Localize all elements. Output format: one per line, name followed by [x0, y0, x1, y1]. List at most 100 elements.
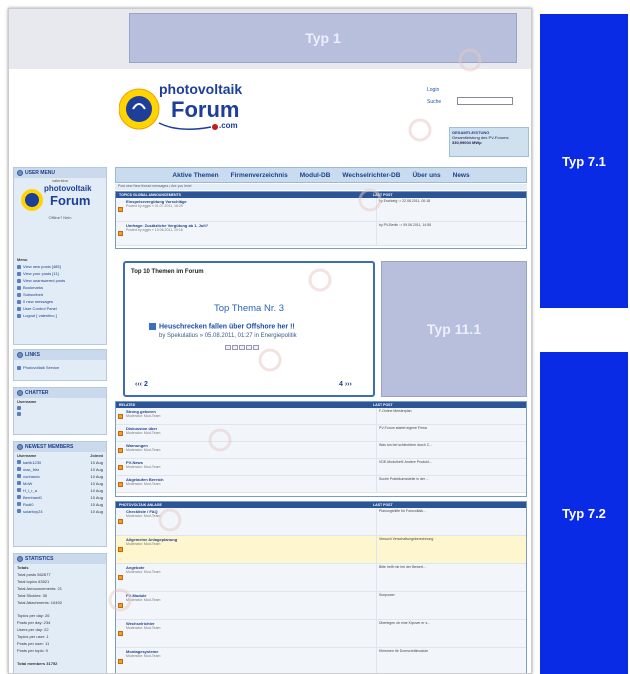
top10-byline: by Spekulatius » 05.08.2011, 01:27 in En…	[159, 333, 297, 339]
ad-label: Typ 11.1	[426, 321, 482, 337]
menu-item-messages[interactable]: 0 new messages	[14, 298, 106, 305]
nav-item-firmenverzeichnis[interactable]: Firmenverzeichnis	[231, 172, 288, 179]
forum1-row[interactable]: Diskussion über Moderator: Mod-Team PV-For…	[116, 425, 526, 442]
forum-desc: Moderator: Mod-Team	[126, 570, 161, 574]
member-row[interactable]: vonhardo 10 Aug	[14, 473, 106, 480]
forum2-row[interactable]: Allgemeine Anlageplanung Moderator: Mod-T…	[116, 536, 526, 564]
top10-pager[interactable]	[225, 345, 259, 350]
search-input[interactable]	[457, 97, 513, 105]
last-post[interactable]: by PV-Berlin ⇨ 09.06.2011, 14:55	[376, 222, 526, 245]
member-joined: 10 Aug	[90, 460, 103, 465]
bullet-icon	[17, 299, 21, 304]
statistics-box: STATISTICS Totals Total posts 562677 Tota…	[13, 553, 107, 673]
ad-slot-right-top[interactable]: Typ 7.1	[540, 14, 628, 308]
menu-item-ucp[interactable]: User Control Panel	[14, 305, 106, 312]
chatter-item[interactable]	[14, 411, 106, 417]
nav-item-wechselrichter-db[interactable]: Wechselrichter-DB	[342, 172, 400, 179]
menu-item-unanswered[interactable]: View unanswered posts	[14, 277, 106, 284]
menu-item-logout[interactable]: Logout [ valentino ]	[14, 312, 106, 319]
top10-next-button[interactable]: 4 ›››	[339, 381, 352, 388]
nav-item-ueber-uns[interactable]: Über uns	[412, 172, 440, 179]
stat-line: Total Announcements: 21	[17, 586, 62, 591]
members-icon	[17, 444, 23, 450]
global-row[interactable]: Einspeisevergütung Vorschläge Posted by e…	[116, 198, 526, 222]
last-post[interactable]: Überlegen ob eine Kipover er s...	[376, 620, 526, 647]
last-post[interactable]: Was tun bei schlechtem durch C...	[376, 442, 526, 458]
main-nav: Aktive Themen Firmenverzeichnis Modul-DB…	[115, 167, 527, 183]
forum2-row[interactable]: Angebote Moderator: Mod-Team Bitte helft m…	[116, 564, 526, 592]
last-post-title: LAST POST	[373, 503, 393, 507]
last-post[interactable]: Suche Praktikumsstelle in der ...	[376, 476, 526, 492]
site-logo[interactable]: photovoltaik Forum .com	[118, 79, 259, 137]
link-photovoltaik-service[interactable]: Photovoltaik Service	[14, 364, 106, 371]
forum-text: Strong geboren Moderator: Mod-Team	[124, 408, 376, 424]
last-post[interactable]: Bitte helft mir bei der Bewert...	[376, 564, 526, 591]
page-box[interactable]	[239, 345, 245, 350]
last-post[interactable]: VDE-Modulheft: Andere Produkt...	[376, 459, 526, 475]
forum2-row[interactable]: Wechselrichter Moderator: Mod-Team Überleg…	[116, 620, 526, 648]
forum-icon	[117, 231, 123, 236]
forum-icon	[117, 430, 123, 436]
menu-item-new-posts[interactable]: View new posts [485]	[14, 263, 106, 270]
page-box[interactable]	[225, 345, 231, 350]
forum1-row[interactable]: PV-News Moderator: Mod-Team VDE-Modulheft:…	[116, 459, 526, 476]
nav-item-aktive-themen[interactable]: Aktive Themen	[172, 172, 218, 179]
member-row[interactable]: Bernhard0 10 Aug	[14, 494, 106, 501]
forum-icon	[117, 481, 123, 487]
forum2-row[interactable]: Montagesysteme Moderator: Mod-Team Klemmen…	[116, 648, 526, 673]
forum-desc: Moderator: Mod-Team	[126, 514, 161, 518]
forum-panel-2: PHOTOVOLTAIK ANLAGE LAST POST Checkliste …	[115, 501, 527, 673]
menu-item-bookmarks[interactable]: Bookmarks	[14, 284, 106, 291]
forum-icon-cell	[116, 442, 124, 458]
forum-icon-cell	[116, 592, 124, 619]
last-post[interactable]: Versuch Verschattungsberechnung	[376, 536, 526, 563]
nav-item-modul-db[interactable]: Modul-DB	[300, 172, 331, 179]
member-row[interactable]: Rudi0 10 Aug	[14, 501, 106, 508]
chat-icon	[17, 390, 23, 396]
chatter-username-label: Username	[17, 399, 37, 404]
last-post[interactable]: Sunpower	[376, 592, 526, 619]
links-header: LINKS	[14, 350, 106, 360]
member-cell: MoW	[17, 481, 32, 486]
top10-topic-link[interactable]: Heuschrecken fallen über Offshore her !!	[149, 323, 295, 330]
member-row[interactable]: mac_fritz 10 Aug	[14, 466, 106, 473]
forum2-row[interactable]: Checkliste / FAQ Moderator: Mod-Team Planu…	[116, 508, 526, 536]
forum2-row[interactable]: PV-Module Moderator: Mod-Team Sunpower	[116, 592, 526, 620]
page-box[interactable]	[246, 345, 252, 350]
page-box[interactable]	[253, 345, 259, 350]
ad-slot-top[interactable]: Typ 1	[129, 13, 517, 63]
user-name: valentino	[51, 178, 68, 183]
global-row[interactable]: Umfrage: Zusätzliche Vergütung ab 1. Jul…	[116, 222, 526, 246]
menu-title: Menu	[17, 257, 28, 262]
menu-item-subscribed[interactable]: Subscribed	[14, 291, 106, 298]
page-box[interactable]	[232, 345, 238, 350]
login-link[interactable]: Login	[427, 87, 439, 93]
nav-item-news[interactable]: News	[453, 172, 470, 179]
last-post[interactable]: F-Online Meisterplan	[376, 408, 526, 424]
top10-prev-button[interactable]: ‹‹‹ 2	[135, 381, 148, 388]
member-icon	[17, 474, 21, 478]
member-row[interactable]: solarboy24 10 Aug	[14, 508, 106, 515]
stat-line: Posts per day: 234	[17, 620, 51, 625]
menu-item-your-posts[interactable]: View your posts [11]	[14, 270, 106, 277]
forum1-row[interactable]: Abgelaufen Bereich Moderator: Mod-Team Suc…	[116, 476, 526, 493]
forum1-row[interactable]: Strong geboren Moderator: Mod-Team F-Onlin…	[116, 408, 526, 425]
forum-text: Checkliste / FAQ Moderator: Mod-Team	[124, 508, 376, 535]
forum-text: Warnungen Moderator: Mod-Team	[124, 442, 376, 458]
member-row[interactable]: karlik1230 10 Aug	[14, 459, 106, 466]
last-post[interactable]: by Eschbrig ⇨ 22.08.2011, 00:18	[376, 198, 526, 221]
avatar-text-1: photovoltaik	[44, 184, 92, 193]
bullet-icon	[17, 264, 21, 269]
sub-nav[interactable]: Post new New thread messages • Are you l…	[115, 184, 527, 190]
member-row[interactable]: MoW 10 Aug	[14, 480, 106, 487]
ad-slot-middle[interactable]: Typ 11.1	[381, 261, 527, 397]
forum1-row[interactable]: Warnungen Moderator: Mod-Team Was tun bei …	[116, 442, 526, 459]
bullet-icon	[17, 292, 21, 297]
last-post[interactable]: Klemmen für Domschrittmodule	[376, 648, 526, 673]
member-row[interactable]: H_i_r_a 10 Aug	[14, 487, 106, 494]
member-joined: 10 Aug	[90, 467, 103, 472]
last-post[interactable]: Planungshilfe für Fotovoltaik...	[376, 508, 526, 535]
ad-slot-right-bottom[interactable]: Typ 7.2	[540, 352, 628, 674]
last-post[interactable]: PV-Forum startet eigene Firma	[376, 425, 526, 441]
stat-line: Topics per user: 1	[17, 634, 49, 639]
